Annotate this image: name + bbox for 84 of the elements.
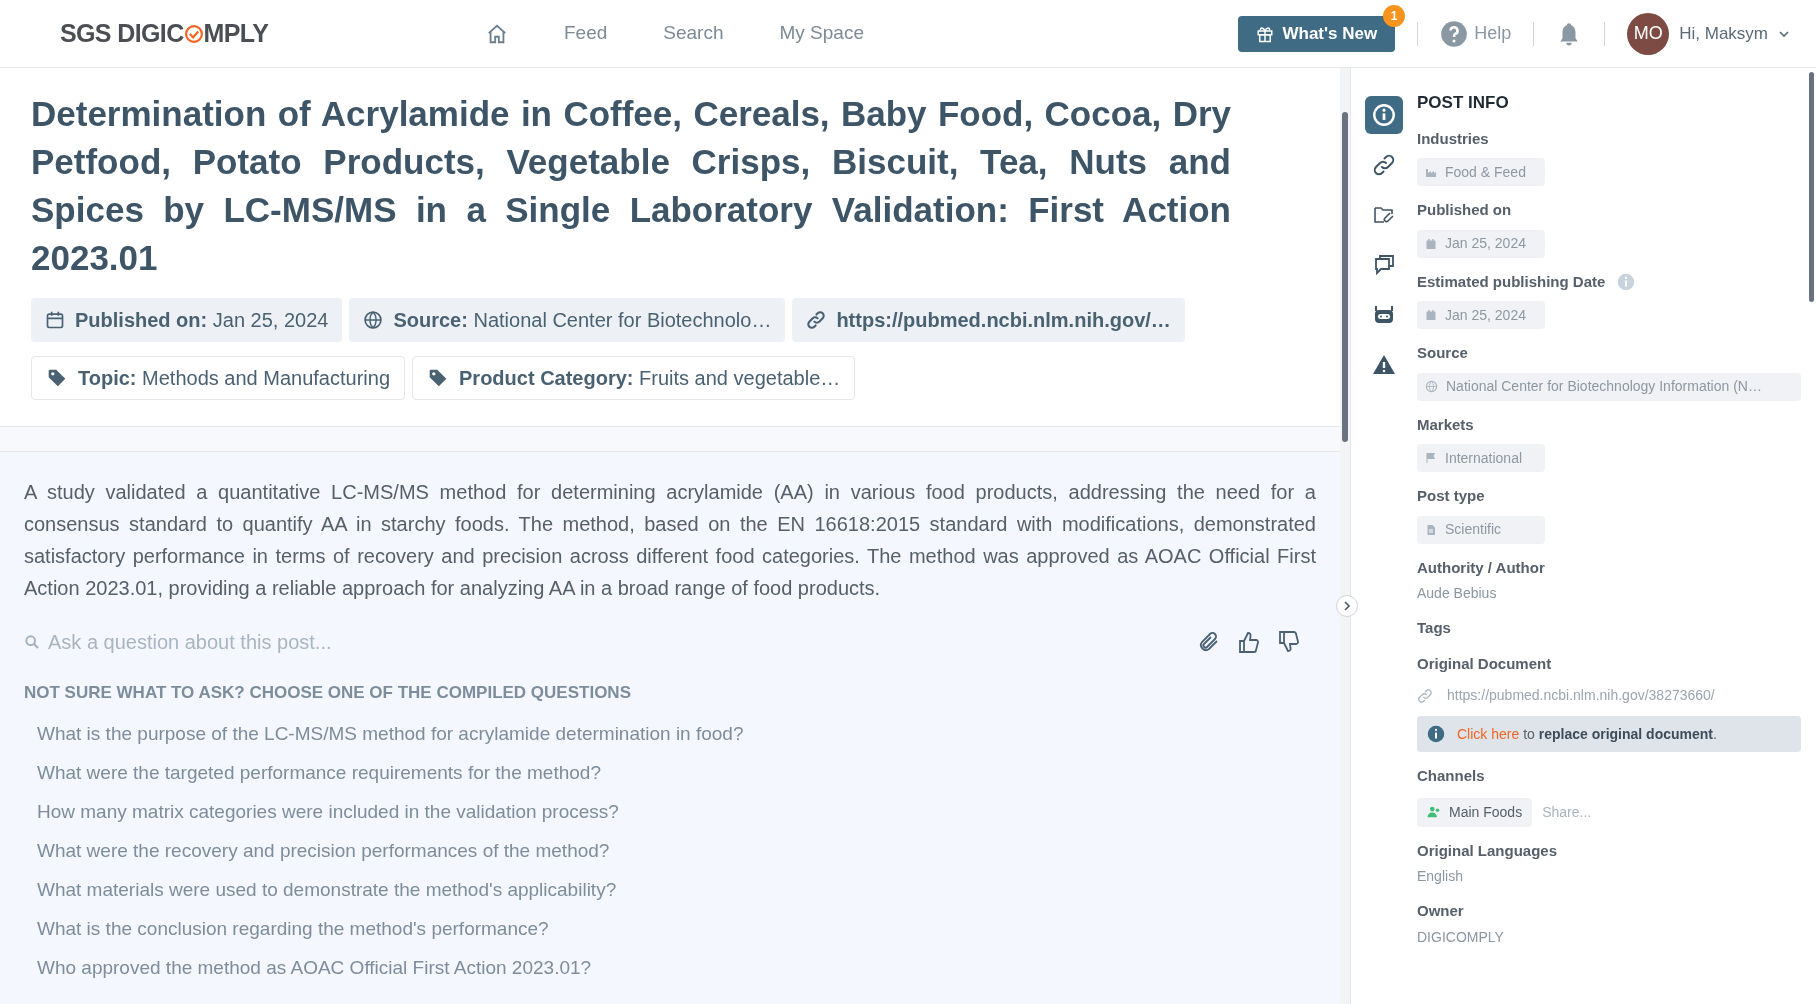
info-chip: International <box>1417 444 1545 472</box>
thumbs-down-icon <box>1277 630 1301 654</box>
calendar-icon <box>1425 309 1437 321</box>
field-value: DIGICOMPLY <box>1417 927 1505 947</box>
chevron-right-icon <box>1342 601 1352 611</box>
warning-icon <box>1372 353 1396 377</box>
info-chip: National Center for Biotechnology Information (N… <box>1417 372 1801 401</box>
scrollbar[interactable] <box>1342 112 1348 442</box>
check-circle-icon <box>183 23 204 44</box>
suggested-question[interactable]: What were the targeted performance requirements for the method? <box>37 752 601 792</box>
link-icon <box>806 310 827 330</box>
tag-icon <box>46 368 68 388</box>
link-icon <box>1372 153 1396 177</box>
calendar-icon <box>1425 237 1437 250</box>
field-label: Published on <box>1417 200 1513 220</box>
info-chip: Jan 25, 2024 <box>1417 301 1545 329</box>
suggested-question[interactable]: How many matrix categories were included in the validation process? <box>37 791 619 831</box>
panel-title: POST INFO <box>1417 92 1510 114</box>
thumbs-up-icon <box>1237 630 1261 654</box>
factory-icon <box>1425 166 1437 178</box>
thumbs-up-button[interactable] <box>1236 629 1262 655</box>
field-value: English <box>1417 867 1464 886</box>
source-link[interactable]: https://pubmed.ncbi.nlm.nih.gov/… <box>792 298 1185 342</box>
field-label: Source <box>1417 343 1469 363</box>
globe-icon <box>363 310 384 330</box>
suggested-question[interactable]: What is the purpose of the LC-MS/MS method for acrylamide determination in food? <box>37 713 744 753</box>
user-avatar: MO <box>1627 12 1670 55</box>
logo[interactable]: SGS DIGIC MPLY <box>60 14 480 53</box>
people-icon <box>1427 805 1441 819</box>
thumbs-down-button[interactable] <box>1276 629 1302 655</box>
home-link[interactable] <box>486 22 508 45</box>
help-link[interactable]: Help <box>1440 19 1512 48</box>
suggested-question[interactable]: What is the conclusion regarding the method's performance? <box>37 908 549 948</box>
suggested-question[interactable]: What materials were used to demonstrate the method's applicability? <box>37 869 617 909</box>
notice-text: Click here to replace original document. <box>1457 724 1717 744</box>
info-chip: Scientific <box>1417 515 1545 544</box>
field-value: Aude Bebius <box>1417 584 1498 603</box>
search-icon <box>24 634 40 650</box>
field-label: Industries <box>1417 128 1490 149</box>
info-chip: Food & Feed <box>1417 158 1545 186</box>
field-label: Post type <box>1417 486 1486 506</box>
collapse-button[interactable] <box>1336 595 1358 617</box>
user-menu[interactable]: MO Hi, Maksym <box>1627 12 1790 55</box>
nav-link[interactable]: My Space <box>779 19 864 48</box>
calendar-icon <box>45 310 65 330</box>
field-label: Owner <box>1417 901 1465 921</box>
globe-icon <box>1425 380 1438 393</box>
nav-link[interactable]: Search <box>663 19 724 48</box>
meta-chip: Published on: Jan 25, 2024 <box>31 298 343 342</box>
field-label: Estimated publishing Date <box>1417 271 1606 292</box>
ask-field[interactable]: Ask a question about this post... <box>48 627 1182 657</box>
field-label: Markets <box>1417 414 1475 435</box>
field-label: Tags <box>1417 618 1452 638</box>
info-icon <box>1427 725 1445 743</box>
channel-chip[interactable]: Main Foods <box>1417 797 1533 827</box>
link-icon <box>1417 687 1433 704</box>
flag-icon <box>1425 452 1437 464</box>
help-icon <box>1440 19 1469 48</box>
info-chip: Jan 25, 2024 <box>1417 229 1545 258</box>
field-label: Original Languages <box>1417 840 1559 861</box>
panel-tab[interactable] <box>1365 96 1403 134</box>
home-icon <box>486 22 508 45</box>
meta-chip: Source: National Center for Biotechnolo… <box>349 298 786 342</box>
chat-icon <box>1372 253 1396 277</box>
document-icon <box>1425 523 1437 536</box>
tag-icon <box>427 368 449 388</box>
suggested-question[interactable]: Who approved the method as AOAC Official First Action 2023.01? <box>37 947 592 987</box>
summary-text: A study validated a quantitative LC-MS/MS method for determining acrylamide (AA) in various food products, addressing the need for a consensus standard to quantify AA in starchy foods. The method, based on the EN 16618:2015 standard with modifications, demonstrated satisfactory performance in terms of recovery and precision across different food categories. The method was approved as AOAC Official First Action 2023.01, providing a reliable approach for analyzing AA in a broad range of food products. <box>24 480 1316 601</box>
gift-icon <box>1256 24 1275 43</box>
notification-count: 1 <box>1383 4 1406 27</box>
meta-chip: Topic: Methods and Manufacturing <box>31 356 405 400</box>
paperclip-icon <box>1197 630 1221 654</box>
field-label: Original Document <box>1417 653 1553 674</box>
field-label: Authority / Author <box>1417 557 1546 578</box>
suggested-question[interactable]: What were the recovery and precision performances of the method? <box>37 830 610 870</box>
scrollbar[interactable] <box>1809 72 1814 302</box>
questions-heading: NOT SURE WHAT TO ASK? CHOOSE ONE OF THE COMPILED QUESTIONS <box>24 682 632 704</box>
nav-link[interactable]: Feed <box>564 19 608 48</box>
post-title: Determination of Acrylamide in Coffee, Cereals, Baby Food, Cocoa, Dry Petfood, Potato Products, Vegetable Crisps, Biscuit, Tea, Nuts and Spices by LC-MS/MS in a Single Laboratory Validation: First Action 2023.01 <box>31 93 1231 279</box>
document-link[interactable]: https://pubmed.ncbi.nlm.nih.gov/38273660/ <box>1447 685 1715 706</box>
share-button[interactable]: Share... <box>1542 801 1592 823</box>
meta-chip: Product Category: Fruits and vegetable… <box>412 356 856 400</box>
field-label: Channels <box>1417 766 1486 786</box>
info-icon <box>1371 102 1397 128</box>
